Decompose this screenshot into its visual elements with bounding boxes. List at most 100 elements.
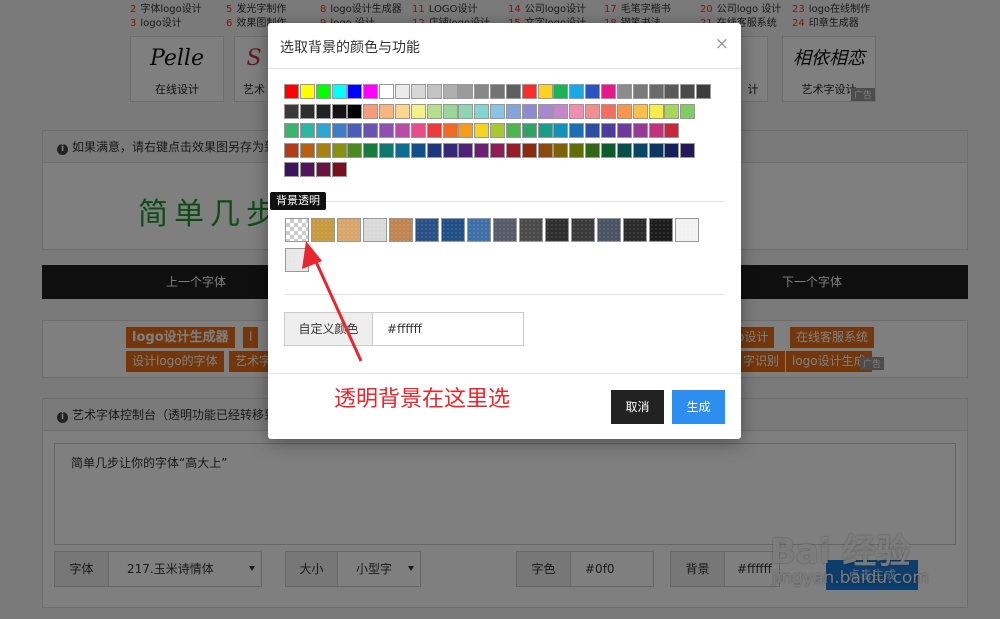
color-swatch[interactable] xyxy=(601,84,616,99)
color-swatch[interactable] xyxy=(632,142,648,158)
texture-swatch[interactable] xyxy=(675,218,699,242)
color-swatch[interactable] xyxy=(521,123,537,138)
color-swatch[interactable] xyxy=(347,123,363,138)
color-swatch[interactable] xyxy=(505,84,521,99)
color-swatch[interactable] xyxy=(680,84,696,99)
texture-swatch[interactable] xyxy=(389,218,413,242)
color-swatch[interactable] xyxy=(474,123,490,138)
color-swatch[interactable] xyxy=(616,142,632,158)
color-swatch[interactable] xyxy=(315,84,331,99)
color-swatch[interactable] xyxy=(632,103,648,119)
color-swatch[interactable] xyxy=(490,142,506,158)
color-swatch[interactable] xyxy=(315,162,331,177)
close-icon[interactable]: × xyxy=(715,34,729,54)
color-swatch[interactable] xyxy=(553,142,569,158)
color-swatch[interactable] xyxy=(490,103,506,119)
color-swatch[interactable] xyxy=(331,84,347,99)
color-swatch[interactable] xyxy=(458,84,474,99)
color-swatch[interactable] xyxy=(680,103,696,119)
texture-swatch[interactable] xyxy=(623,218,647,242)
color-swatch[interactable] xyxy=(585,84,601,99)
color-swatch[interactable] xyxy=(284,123,299,138)
color-swatch[interactable] xyxy=(299,103,315,119)
color-swatch[interactable] xyxy=(696,84,712,99)
color-swatch[interactable] xyxy=(553,103,569,119)
color-swatch[interactable] xyxy=(458,142,474,158)
color-swatch[interactable] xyxy=(601,103,616,119)
color-swatch[interactable] xyxy=(394,142,410,158)
color-swatch[interactable] xyxy=(379,103,395,119)
color-swatch[interactable] xyxy=(426,142,442,158)
color-swatch[interactable] xyxy=(379,84,395,99)
texture-swatch[interactable] xyxy=(363,218,387,242)
color-swatch[interactable] xyxy=(347,142,363,158)
texture-swatch[interactable] xyxy=(415,218,439,242)
color-swatch[interactable] xyxy=(410,142,426,158)
color-swatch[interactable] xyxy=(363,142,379,158)
texture-swatch[interactable] xyxy=(285,248,309,272)
color-swatch[interactable] xyxy=(299,84,315,99)
custom-color-input[interactable] xyxy=(373,313,523,345)
color-swatch[interactable] xyxy=(474,84,490,99)
color-swatch[interactable] xyxy=(379,123,395,138)
color-swatch[interactable] xyxy=(537,103,553,119)
color-swatch[interactable] xyxy=(569,123,585,138)
color-swatch[interactable] xyxy=(632,123,648,138)
color-swatch[interactable] xyxy=(490,84,506,99)
transparent-background-swatch[interactable] xyxy=(285,218,309,242)
color-swatch[interactable] xyxy=(553,123,569,138)
color-swatch[interactable] xyxy=(363,103,379,119)
color-swatch[interactable] xyxy=(410,103,426,119)
texture-swatch[interactable] xyxy=(571,218,595,242)
color-swatch[interactable] xyxy=(410,123,426,138)
color-swatch[interactable] xyxy=(284,162,299,177)
color-swatch[interactable] xyxy=(394,84,410,99)
texture-swatch[interactable] xyxy=(597,218,621,242)
color-swatch[interactable] xyxy=(347,103,363,119)
color-swatch[interactable] xyxy=(299,142,315,158)
texture-swatch[interactable] xyxy=(493,218,517,242)
color-swatch[interactable] xyxy=(331,123,347,138)
color-swatch[interactable] xyxy=(585,142,601,158)
color-swatch[interactable] xyxy=(490,123,506,138)
color-swatch[interactable] xyxy=(284,142,299,158)
color-swatch[interactable] xyxy=(553,84,569,99)
color-swatch[interactable] xyxy=(442,142,458,158)
color-swatch[interactable] xyxy=(648,142,664,158)
color-swatch[interactable] xyxy=(410,84,426,99)
color-swatch[interactable] xyxy=(394,103,410,119)
color-swatch[interactable] xyxy=(315,123,331,138)
color-swatch[interactable] xyxy=(394,123,410,138)
color-swatch[interactable] xyxy=(616,123,632,138)
color-swatch[interactable] xyxy=(521,142,537,158)
color-swatch[interactable] xyxy=(537,142,553,158)
color-swatch[interactable] xyxy=(315,103,331,119)
generate-button[interactable]: 生成 xyxy=(672,390,725,424)
color-swatch[interactable] xyxy=(664,142,680,158)
color-swatch[interactable] xyxy=(680,142,696,158)
color-swatch[interactable] xyxy=(664,123,680,138)
color-swatch[interactable] xyxy=(299,162,315,177)
color-swatch[interactable] xyxy=(537,84,553,99)
color-swatch[interactable] xyxy=(315,142,331,158)
color-swatch[interactable] xyxy=(505,142,521,158)
texture-swatch[interactable] xyxy=(467,218,491,242)
color-swatch[interactable] xyxy=(569,142,585,158)
color-swatch[interactable] xyxy=(585,123,601,138)
color-swatch[interactable] xyxy=(648,84,664,99)
color-swatch[interactable] xyxy=(601,123,616,138)
color-swatch[interactable] xyxy=(458,123,474,138)
color-swatch[interactable] xyxy=(648,123,664,138)
color-swatch[interactable] xyxy=(379,142,395,158)
color-swatch[interactable] xyxy=(505,123,521,138)
color-swatch[interactable] xyxy=(521,84,537,99)
color-swatch[interactable] xyxy=(426,123,442,138)
texture-swatch[interactable] xyxy=(311,218,335,242)
color-swatch[interactable] xyxy=(363,84,379,99)
color-swatch[interactable] xyxy=(616,84,632,99)
color-swatch[interactable] xyxy=(569,84,585,99)
color-swatch[interactable] xyxy=(299,123,315,138)
color-swatch[interactable] xyxy=(331,162,347,177)
color-swatch[interactable] xyxy=(664,103,680,119)
texture-swatch[interactable] xyxy=(337,218,361,242)
